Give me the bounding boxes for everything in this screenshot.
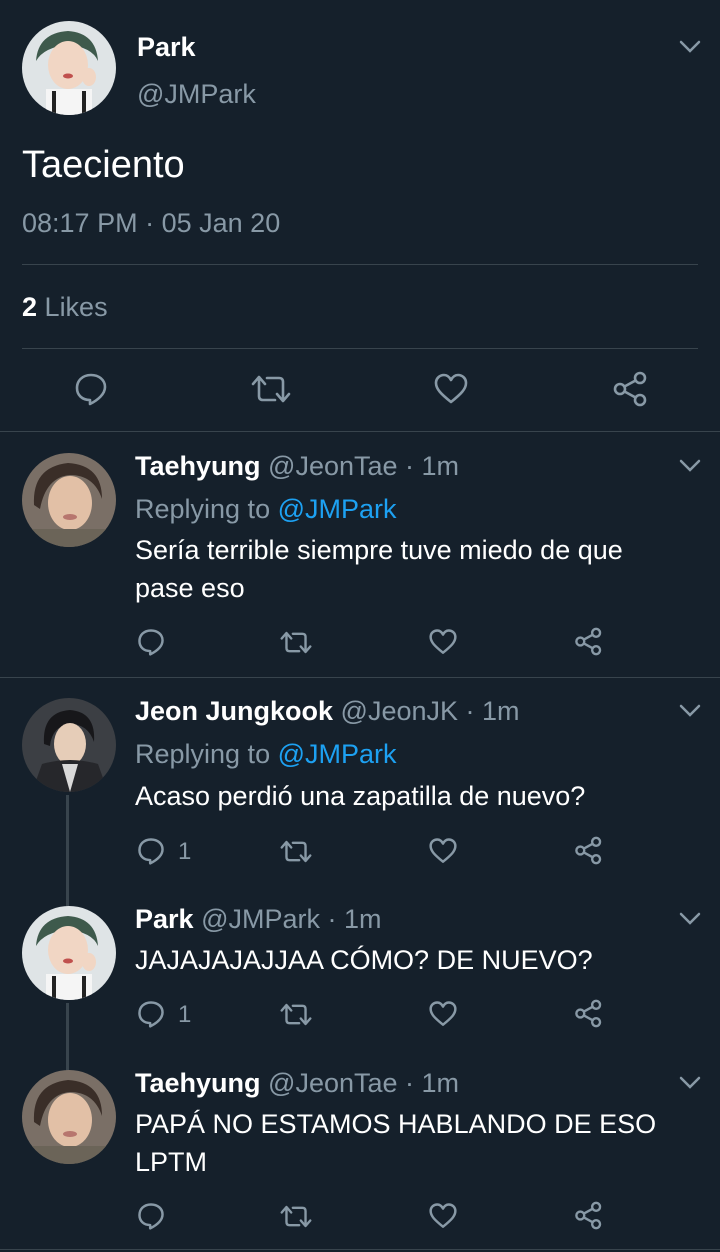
reply-text-line: JAJAJAJAJJAA CÓMO? DE NUEVO? [135,945,593,975]
share-icon[interactable] [612,371,650,407]
share-icon[interactable] [574,999,604,1028]
likes-label: Likes [44,292,108,322]
reply-header: Taehyung @JeonTae · 1m [135,451,459,482]
reply-author-handle[interactable]: @JeonJK [341,696,458,726]
reply-icon[interactable] [74,372,108,406]
heart-icon[interactable] [428,837,458,865]
retweet-icon[interactable] [250,372,292,406]
tweet-time: 08:17 PM [22,208,138,238]
retweet-icon[interactable] [279,629,313,656]
likes-number: 2 [22,292,38,322]
reply-header: Taehyung @JeonTae · 1m [135,1068,459,1099]
reply-author-handle[interactable]: @JeonTae [268,451,398,481]
chevron-down-icon[interactable] [679,912,701,926]
chevron-down-icon[interactable] [679,704,701,718]
reply-age: · 1m [405,451,460,481]
retweet-icon[interactable] [279,1203,313,1230]
reply-author-name[interactable]: Taehyung [135,1068,261,1098]
likes-count[interactable]: 2 Likes [22,292,108,323]
heart-icon[interactable] [428,628,458,656]
reply-author-name[interactable]: Taehyung [135,451,261,481]
reply-text-line: PAPÁ NO ESTAMOS HABLANDO DE ESO [135,1109,657,1139]
replying-to-prefix: Replying to [135,739,271,769]
reply-text-line: pase eso [135,573,245,603]
avatar-jungkook[interactable] [22,698,116,792]
tweet-text: Taeciento [22,144,185,186]
chevron-down-icon[interactable] [679,40,701,54]
reply-text-line: Acaso perdió una zapatilla de nuevo? [135,781,586,811]
share-icon[interactable] [574,1201,604,1230]
divider [22,264,698,265]
heart-icon[interactable] [428,1202,458,1230]
reply-age: · 1m [405,1068,460,1098]
thread-line [66,795,69,908]
reply-author-name[interactable]: Jeon Jungkook [135,696,333,726]
tweet-date: 05 Jan 20 [161,208,281,238]
reply-icon[interactable] [137,1202,165,1230]
reply-icon[interactable] [137,628,165,656]
retweet-icon[interactable] [279,838,313,865]
author-handle[interactable]: @JMPark [137,79,256,110]
divider [0,431,720,432]
reply-author-name[interactable]: Park [135,904,194,934]
divider [22,348,698,349]
divider [0,677,720,678]
reply-header: Park @JMPark · 1m [135,904,382,935]
reply-text-line: Sería terrible siempre tuve miedo de que [135,535,623,565]
reply-count: 1 [178,838,192,865]
avatar-taehyung[interactable] [22,453,116,547]
reply-age: · 1m [327,904,382,934]
chevron-down-icon[interactable] [679,459,701,473]
tweet-timestamp: 08:17 PM · 05 Jan 20 [22,208,280,239]
share-icon[interactable] [574,627,604,656]
reply-author-handle[interactable]: @JeonTae [268,1068,398,1098]
reply-icon[interactable] [137,1000,165,1028]
replying-to-link[interactable]: @JMPark [278,494,397,524]
divider [0,1249,720,1250]
time-separator: · [145,208,155,238]
avatar-taehyung[interactable] [22,1070,116,1164]
thread-line [66,1003,69,1071]
reply-count: 1 [178,1001,192,1028]
avatar-park[interactable] [22,21,116,115]
reply-icon[interactable] [137,837,165,865]
reply-text-line: LPTM [135,1147,208,1177]
heart-icon[interactable] [433,372,469,406]
replying-to: Replying to @JMPark [135,735,397,773]
retweet-icon[interactable] [279,1001,313,1028]
replying-to-link[interactable]: @JMPark [278,739,397,769]
reply-age: · 1m [465,696,520,726]
heart-icon[interactable] [428,1000,458,1028]
reply-header: Jeon Jungkook @JeonJK · 1m [135,696,520,727]
replying-to-prefix: Replying to [135,494,271,524]
avatar-park[interactable] [22,906,116,1000]
share-icon[interactable] [574,836,604,865]
reply-author-handle[interactable]: @JMPark [201,904,320,934]
replying-to: Replying to @JMPark [135,490,397,528]
author-name[interactable]: Park [137,32,196,63]
chevron-down-icon[interactable] [679,1076,701,1090]
